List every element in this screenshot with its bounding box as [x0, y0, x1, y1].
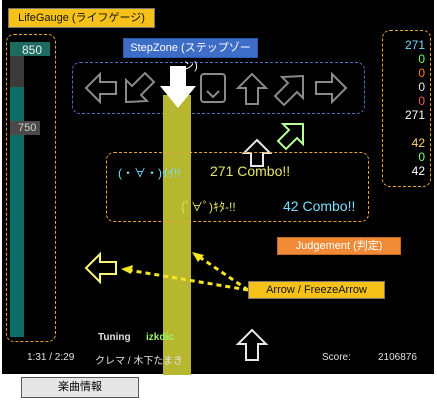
left-arrow-receptor — [84, 71, 117, 105]
judgement-count-4: 0 — [418, 80, 425, 94]
callout-pointer-heads — [121, 252, 204, 274]
music-title: クレマ / 木下たまき — [95, 356, 184, 367]
left-yellow-arrow — [84, 251, 117, 285]
score-value: 2106876 — [378, 352, 417, 363]
down-arrow-receptor — [160, 66, 196, 108]
callout-pointer-arrows — [127, 254, 249, 292]
callout-music-info: 楽曲情報 — [21, 377, 139, 398]
judgement-combo-main: 271 Combo!! — [210, 163, 291, 179]
callout-arrow: Arrow / FreezeArrow — [248, 281, 385, 299]
up-right-arrow-receptor — [273, 74, 304, 107]
judgement-count-1: 271 — [404, 38, 425, 52]
judgement-face-freeze: (ﾟ∀ﾟ)ｷﾀ-!! — [181, 200, 236, 214]
tuning-label: Tuning — [98, 332, 131, 343]
judgement-count-6: 271 — [404, 108, 425, 122]
judgement-count-5: 0 — [418, 94, 425, 108]
judgement-count-9: 42 — [411, 164, 425, 178]
right-arrow-receptor — [315, 71, 348, 105]
music-time: 1:31 / 2:29 — [27, 352, 75, 363]
up-right-green-arrow — [276, 123, 304, 151]
down-left-arrow-receptor — [125, 71, 156, 104]
callout-judgement: Judgement (判定) — [277, 237, 401, 255]
up-white-arrow-bottom — [235, 328, 269, 361]
game-screen-diagram: 850 750 LifeGauge (ライフゲージ) StepZone (ステッ… — [0, 0, 437, 405]
judgement-count-8: 0 — [418, 150, 425, 164]
face-receptor — [200, 73, 226, 103]
judgement-count-7: 42 — [411, 136, 425, 150]
judgement-count-2: 0 — [418, 52, 425, 66]
judgement-combo-freeze: 42 Combo!! — [283, 198, 356, 214]
up-arrow-receptor — [235, 72, 269, 105]
judgement-count-3: 0 — [418, 66, 425, 80]
judgement-face-main: (・∀・)ｲｲ!! — [118, 166, 181, 180]
tuning-name: izkdic — [146, 332, 174, 343]
score-label: Score: — [322, 352, 351, 363]
